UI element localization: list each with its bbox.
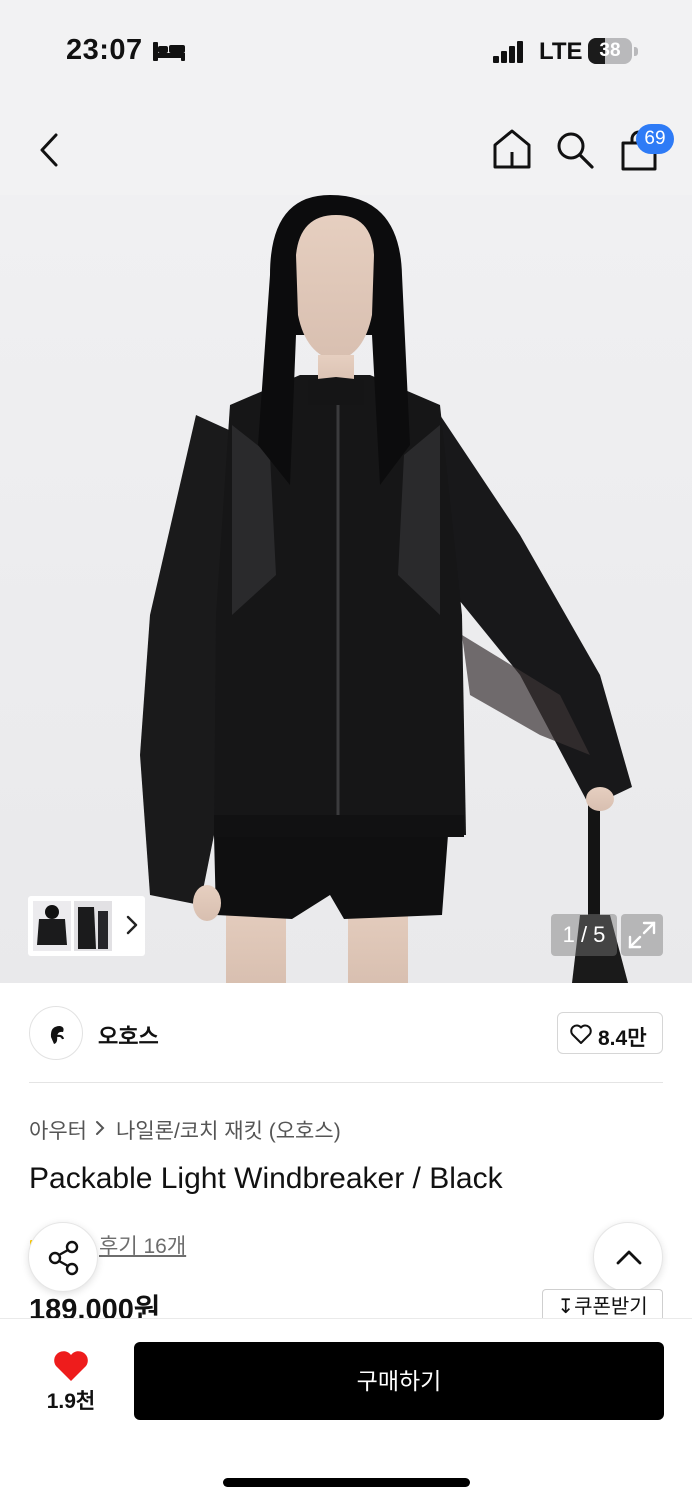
breadcrumb-category[interactable]: 아우터 [29,1115,87,1145]
product-title: Packable Light Windbreaker / Black [29,1162,503,1195]
wishlist-button[interactable]: 1.9천 [36,1347,106,1417]
status-time: 23:07 [66,34,143,66]
chevron-right-icon[interactable] [125,914,139,936]
product-image-gallery[interactable]: 1 / 5 [0,195,692,983]
share-icon [48,1240,79,1276]
image-counter: 1 / 5 [551,914,617,956]
expand-button[interactable] [621,914,663,956]
scroll-to-top-button[interactable] [593,1222,663,1292]
top-header-area: 23:07 LTE 38 69 [0,0,692,195]
sleep-focus-icon [153,42,185,61]
product-price: 189,000원 [29,1294,161,1318]
coupon-download-button[interactable]: ↧쿠폰받기 [542,1289,663,1319]
thumbnail-photo [78,907,108,949]
product-photo [140,195,632,983]
back-arrow-icon[interactable] [32,130,68,170]
review-count-link[interactable]: 후기 16개 [99,1230,186,1260]
cart-count-badge: 69 [636,124,674,154]
expand-icon [628,921,656,949]
chevron-up-icon [616,1250,642,1265]
brand-like-button[interactable]: 8.4만 [557,1012,663,1054]
battery-cap [634,47,638,56]
thumbnail-image[interactable] [74,901,112,951]
thumbnail-strip[interactable] [28,896,145,956]
wishlist-count: 1.9천 [46,1390,96,1413]
battery-percent: 38 [599,40,621,61]
heart-filled-icon [54,1351,88,1381]
battery-body: 38 [588,38,632,64]
search-icon[interactable] [555,130,595,170]
chevron-right-icon [96,1121,105,1135]
brand-logo[interactable] [29,1006,83,1060]
brand-logo-mark [50,1026,65,1044]
brand-name[interactable]: 오호스 [98,1019,159,1051]
share-button[interactable] [28,1222,98,1292]
home-indicator [223,1478,470,1487]
cell-signal-icon [493,41,523,63]
breadcrumb-subcategory[interactable]: 나일론/코치 재킷 (오호스) [116,1115,341,1145]
thumbnail-image[interactable] [33,901,71,951]
heart-outline-icon [570,1024,592,1044]
divider [29,1082,663,1083]
brand-like-count: 8.4만 [598,1027,647,1050]
buy-button[interactable]: 구매하기 [134,1342,664,1420]
network-label: LTE [539,38,583,65]
battery-indicator: 38 [588,38,638,64]
bottom-action-bar: 1.9천 구매하기 [0,1318,692,1500]
download-icon: ↧ [557,1296,575,1318]
thumbnail-photo [37,905,67,945]
coupon-label: 쿠폰받기 [574,1296,648,1318]
home-icon[interactable] [491,128,533,170]
